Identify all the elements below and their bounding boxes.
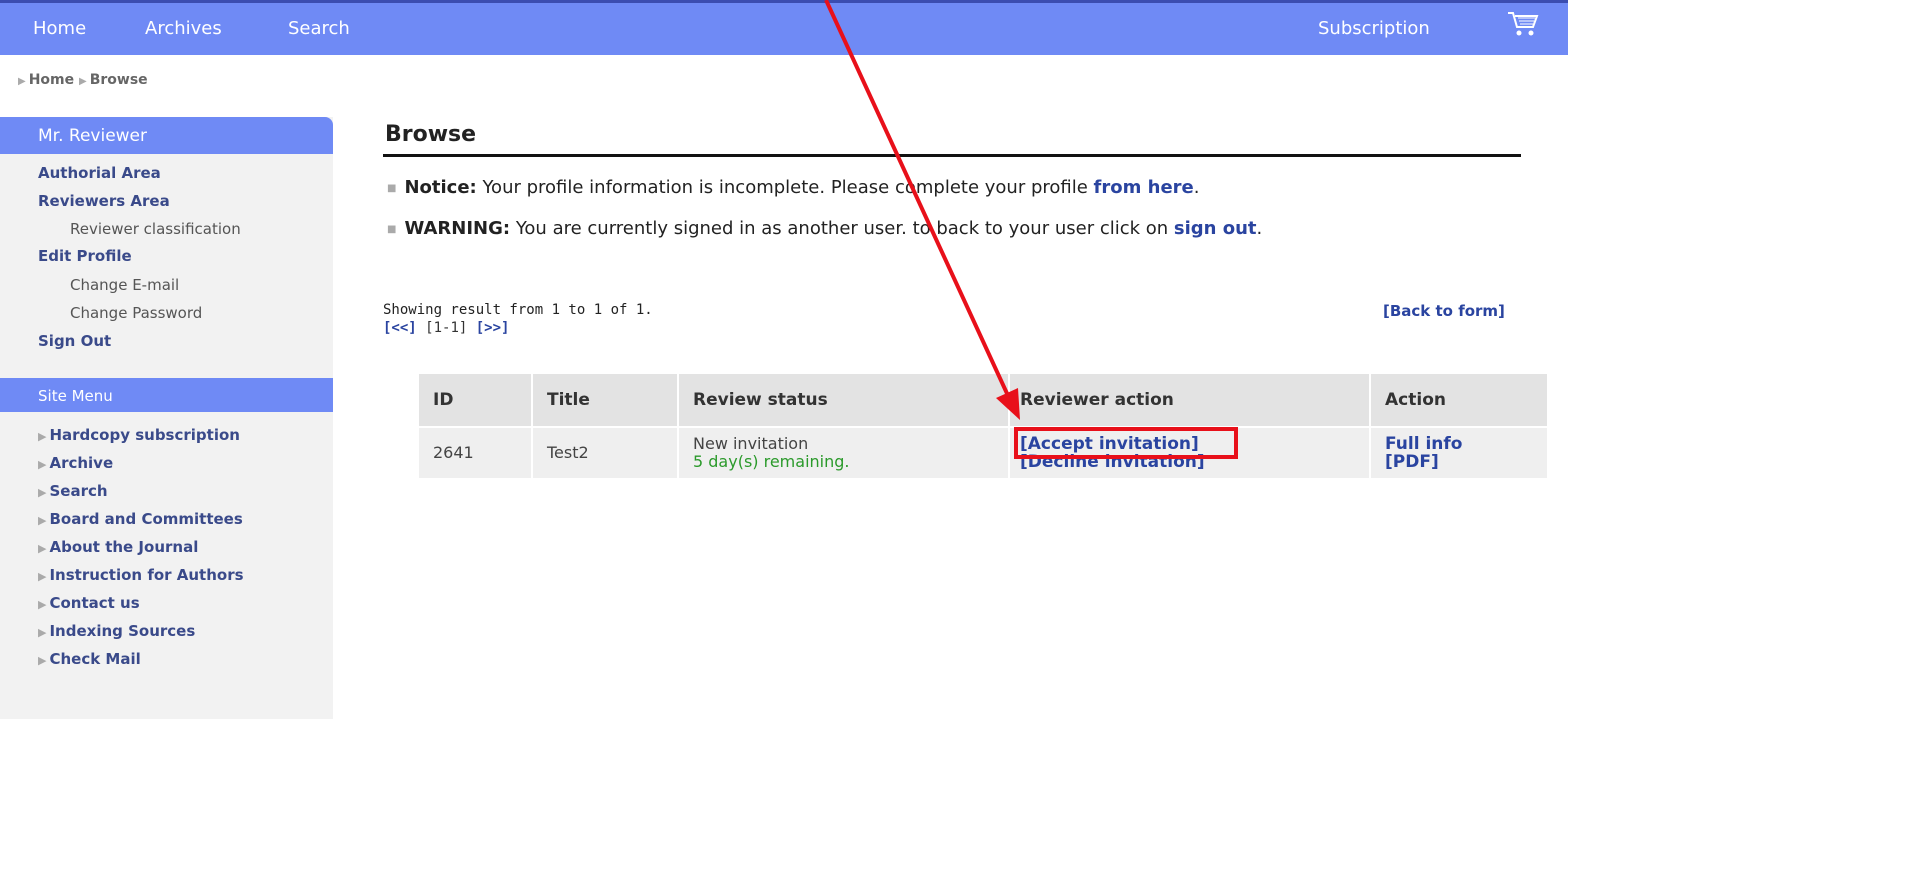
site-menu-search[interactable]: ▶ Search [38, 482, 108, 500]
warning-label: WARNING: [404, 218, 511, 239]
bullet-icon: ■ [387, 182, 397, 194]
page-title: Browse [385, 122, 477, 147]
menu-item-label: Hardcopy subscription [49, 426, 240, 444]
breadcrumb-arrow-icon: ▶ [18, 76, 26, 87]
menu-item-label: Check Mail [49, 650, 141, 668]
menu-arrow-icon: ▶ [38, 542, 47, 555]
sidebar: Mr. Reviewer Authorial Area Reviewers Ar… [0, 117, 333, 719]
cell-id: 2641 [419, 427, 533, 478]
site-menu-archive[interactable]: ▶ Archive [38, 454, 113, 472]
full-info-link[interactable]: Full info [1385, 435, 1547, 453]
notice-end: . [1193, 177, 1200, 198]
column-header-id: ID [419, 374, 533, 428]
site-menu-check-mail[interactable]: ▶ Check Mail [38, 650, 141, 668]
menu-item-label: Board and Committees [49, 510, 243, 528]
menu-item-label: Archive [49, 454, 114, 472]
sidebar-authorial-area[interactable]: Authorial Area [38, 164, 161, 182]
menu-arrow-icon: ▶ [38, 514, 47, 527]
shopping-cart-icon[interactable] [1506, 9, 1540, 39]
nav-search-link[interactable]: Search [288, 18, 350, 39]
profile-notice: ■ Notice: Your profile information is inc… [387, 177, 1199, 198]
sidebar-sign-out[interactable]: Sign Out [38, 332, 111, 350]
site-menu-board-committees[interactable]: ▶ Board and Committees [38, 510, 243, 528]
notice-label: Notice: [404, 177, 477, 198]
pdf-link[interactable]: [PDF] [1385, 453, 1547, 471]
pager-prev-link[interactable]: [<<] [383, 320, 417, 336]
sidebar-reviewer-classification[interactable]: Reviewer classification [70, 220, 241, 238]
accept-invitation-highlight-box [1014, 427, 1238, 459]
remaining-days-text: 5 day(s) remaining. [693, 452, 850, 471]
signin-warning: ■ WARNING: You are currently signed in as… [387, 218, 1262, 239]
sidebar-user-name: Mr. Reviewer [0, 117, 333, 154]
sign-out-link[interactable]: sign out [1174, 218, 1257, 239]
menu-item-label: Search [49, 482, 108, 500]
nav-home-link[interactable]: Home [33, 18, 86, 39]
results-count: Showing result from 1 to 1 of 1. [383, 302, 653, 318]
column-header-reviewer-action: Reviewer action [1009, 374, 1371, 428]
nav-subscription-link[interactable]: Subscription [1318, 18, 1430, 39]
bullet-icon: ■ [387, 223, 397, 235]
sidebar-change-email[interactable]: Change E-mail [70, 276, 179, 294]
pager-next-link[interactable]: [>>] [476, 320, 510, 336]
menu-item-label: Indexing Sources [49, 622, 196, 640]
column-header-review-status: Review status [678, 374, 1010, 428]
site-menu-hardcopy-subscription[interactable]: ▶ Hardcopy subscription [38, 426, 240, 444]
warning-text: You are currently signed in as another u… [510, 218, 1174, 239]
back-to-form-link[interactable]: [Back to form] [1383, 302, 1505, 320]
menu-item-label: Contact us [49, 594, 140, 612]
sidebar-change-password[interactable]: Change Password [70, 304, 202, 322]
nav-archives-link[interactable]: Archives [145, 18, 222, 39]
cell-title: Test2 [532, 427, 679, 478]
title-divider [383, 154, 1521, 157]
breadcrumb-home-link[interactable]: Home [29, 72, 74, 88]
site-menu-indexing-sources[interactable]: ▶ Indexing Sources [38, 622, 195, 640]
sidebar-edit-profile[interactable]: Edit Profile [38, 247, 132, 265]
pagination: [<<] [1-1] [>>] [383, 320, 509, 336]
complete-profile-link[interactable]: from here [1094, 177, 1194, 198]
menu-arrow-icon: ▶ [38, 654, 47, 667]
site-menu-instruction-authors[interactable]: ▶ Instruction for Authors [38, 566, 244, 584]
cell-action: Full info [PDF] [1370, 427, 1549, 478]
column-header-action: Action [1370, 374, 1549, 428]
menu-arrow-icon: ▶ [38, 430, 47, 443]
breadcrumb-current: Browse [89, 72, 148, 88]
menu-arrow-icon: ▶ [38, 486, 47, 499]
results-table: ID Title Review status Reviewer action A… [419, 374, 1549, 478]
menu-arrow-icon: ▶ [38, 458, 47, 471]
breadcrumb-arrow-icon: ▶ [79, 76, 87, 87]
pager-range: [1-1] [425, 320, 468, 336]
menu-item-label: About the Journal [49, 538, 199, 556]
site-menu-title: Site Menu [0, 378, 333, 412]
notice-text: Your profile information is incomplete. … [476, 177, 1094, 198]
sidebar-reviewers-area[interactable]: Reviewers Area [38, 192, 170, 210]
breadcrumb: ▶ Home ▶ Browse [18, 72, 148, 88]
table-row: 2641 Test2 New invitation 5 day(s) remai… [419, 427, 1549, 478]
table-header-row: ID Title Review status Reviewer action A… [419, 374, 1549, 428]
warning-end: . [1256, 218, 1263, 239]
column-header-title: Title [532, 374, 679, 428]
site-menu-contact-us[interactable]: ▶ Contact us [38, 594, 140, 612]
cell-review-status: New invitation 5 day(s) remaining. [678, 427, 1010, 478]
status-text: New invitation [693, 434, 809, 453]
menu-arrow-icon: ▶ [38, 626, 47, 639]
menu-arrow-icon: ▶ [38, 598, 47, 611]
menu-arrow-icon: ▶ [38, 570, 47, 583]
site-menu-about-journal[interactable]: ▶ About the Journal [38, 538, 198, 556]
menu-item-label: Instruction for Authors [49, 566, 244, 584]
top-nav-bar: Home Archives Search Subscription [0, 0, 1568, 55]
